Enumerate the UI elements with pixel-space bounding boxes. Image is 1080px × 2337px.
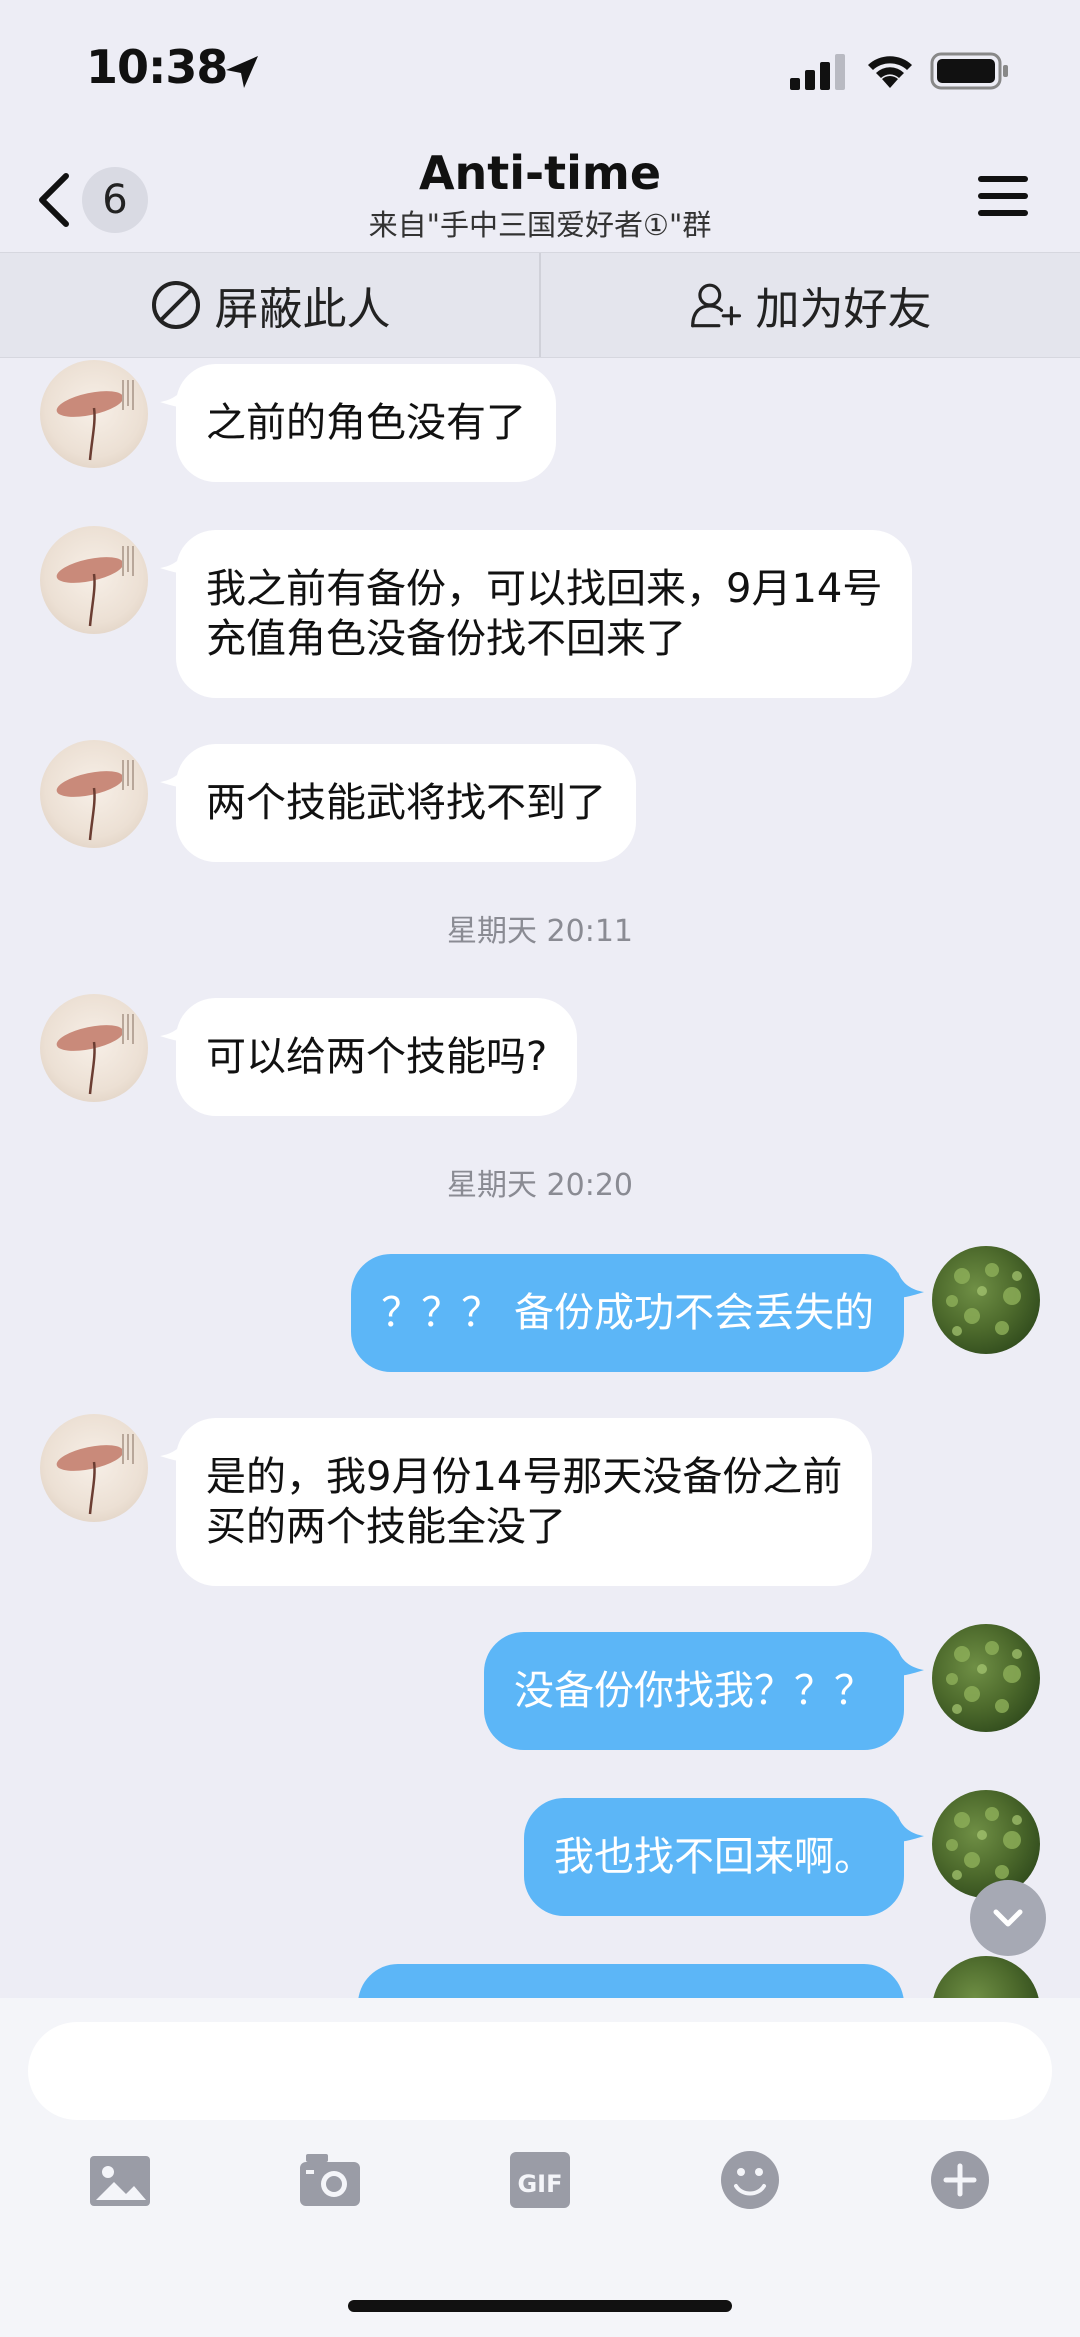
nav-bar: 6 Anti-time 来自"手中三国爱好者①"群 [0,140,1080,252]
message-text: ？？？ 备份成功不会丢失的 [381,1290,874,1336]
chat-title: Anti-time [418,146,662,200]
block-user-button[interactable]: 屏蔽此人 [0,253,539,357]
message-text: 可以给两个技能吗? [206,1034,548,1080]
chat-screen: 10:38 6 Anti-time 来自"手中三国爱好者①"群 屏蔽此人 加为好… [0,0,1080,2337]
message-bubble[interactable]: ？？？ 备份成功不会丢失的 [351,1254,904,1372]
message-bubble[interactable]: 可以给两个技能吗? [176,998,578,1116]
sender-avatar[interactable] [40,740,148,848]
lotus-leaf-icon [56,1014,134,1095]
bubble-tail [160,382,186,408]
sender-avatar[interactable] [40,526,148,634]
composer-toolbar: GIF [0,2148,1080,2228]
block-icon [151,281,200,329]
my-avatar[interactable] [932,1246,1040,1354]
gif-icon[interactable]: GIF [508,2148,572,2212]
message-bubble[interactable]: 之前的角色没有了 [176,364,556,482]
lotus-leaf-icon [56,380,134,461]
sender-avatar[interactable] [40,1414,148,1522]
foliage-image [946,1263,1022,1336]
bubble-tail [898,1816,924,1842]
status-bar: 10:38 [0,0,1080,140]
lotus-leaf-icon [56,1434,134,1515]
lotus-leaf-icon [56,760,134,841]
timestamp: 星期天 20:11 [447,914,633,949]
scroll-to-bottom-button[interactable] [970,1880,1046,1956]
message-text: 我也找不回来啊。 [554,1834,874,1880]
message-text-line: 充值角色没备份找不回来了 [206,616,686,662]
chat-subtitle: 来自"手中三国爱好者①"群 [368,208,712,242]
message-text: 没备份你找我？？？ [514,1668,874,1714]
lotus-leaf-icon [56,546,134,627]
status-time: 10:38 [86,40,228,94]
foliage-image [946,1641,1022,1714]
plus-icon[interactable] [928,2148,992,2212]
message-bubble-partial[interactable] [358,1964,904,1998]
bubble-tail [160,1436,186,1462]
home-indicator[interactable] [348,2300,732,2312]
chevron-down-icon [993,1909,1023,1927]
message-text: 两个技能武将找不到了 [206,780,606,826]
message-bubble[interactable]: 我也找不回来啊。 [524,1798,904,1916]
add-friend-label: 加为好友 [755,284,932,335]
my-avatar[interactable] [932,1624,1040,1732]
camera-icon[interactable] [298,2148,362,2212]
bubble-tail [898,1650,924,1676]
wifi-icon [868,56,912,88]
action-bar: 屏蔽此人 加为好友 [0,252,1080,358]
message-text-line: 是的，我9月份14号那天没备份之前 [206,1454,843,1500]
location-arrow-icon [226,56,258,88]
message-bubble[interactable]: 是的，我9月份14号那天没备份之前 买的两个技能全没了 [176,1418,873,1586]
bubble-tail [898,1272,924,1298]
message-bubble[interactable]: 两个技能武将找不到了 [176,744,636,862]
message-bubble[interactable]: 我之前有备份，可以找回来，9月14号 充值角色没备份找不回来了 [176,530,913,698]
sender-avatar[interactable] [40,360,148,468]
message-text-line: 我之前有备份，可以找回来，9月14号 [206,566,883,612]
cellular-signal-icon [790,54,845,90]
message-text-line: 买的两个技能全没了 [206,1504,566,1550]
bubble-tail [160,1016,186,1042]
foliage-image [946,1807,1022,1880]
menu-icon[interactable] [974,166,1034,226]
composer: GIF [0,1998,1080,2337]
message-input[interactable] [28,2022,1052,2120]
add-friend-button[interactable]: 加为好友 [541,253,1080,357]
message-text: 之前的角色没有了 [206,400,526,446]
emoji-icon[interactable] [718,2148,782,2212]
svg-text:GIF: GIF [517,2170,562,2198]
bubble-tail [160,762,186,788]
battery-icon [930,52,1008,90]
timestamp: 星期天 20:20 [447,1168,633,1203]
sender-avatar[interactable] [40,994,148,1102]
image-icon[interactable] [88,2148,152,2212]
bubble-tail [160,548,186,574]
message-bubble[interactable]: 没备份你找我？？？ [484,1632,904,1750]
block-user-label: 屏蔽此人 [214,284,391,335]
add-user-icon [690,283,741,328]
my-avatar[interactable] [932,1790,1040,1898]
my-avatar[interactable] [932,1956,1040,1998]
message-list[interactable]: 之前的角色没有了 我之前有备份，可以找回来，9月14号 充值角色没备份找不回来了 [0,358,1080,1998]
